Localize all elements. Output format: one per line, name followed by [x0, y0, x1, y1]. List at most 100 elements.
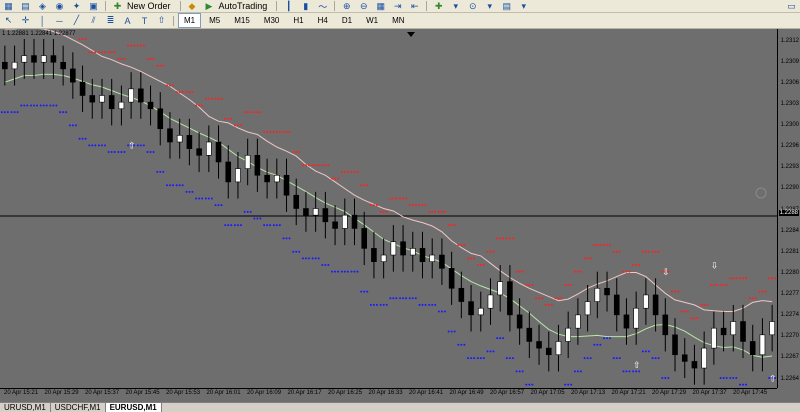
vertical-line-icon[interactable]: │ — [37, 15, 48, 26]
resistance-dot — [395, 197, 398, 200]
support-dot — [729, 377, 732, 380]
resistance-dot — [573, 270, 576, 273]
bull-candle — [11, 61, 18, 70]
resistance-dot — [508, 237, 511, 240]
tile-windows-icon[interactable]: ▦ — [375, 1, 386, 12]
support-dot — [496, 337, 499, 340]
new-chart-icon[interactable]: ▦ — [3, 1, 14, 12]
line-chart-icon[interactable]: 〜 — [317, 1, 328, 12]
resistance-dot — [127, 44, 130, 47]
support-dot — [292, 250, 295, 253]
bear-candle — [623, 314, 630, 329]
cursor-icon[interactable]: ↖ — [3, 15, 14, 26]
timeframe-m15[interactable]: M15 — [228, 13, 256, 28]
fibonacci-icon[interactable]: ≣ — [105, 15, 116, 26]
resistance-dot — [220, 97, 223, 100]
timeframe-buttons: M1 M5 M15 M30 H1 H4 D1 W1 MN — [177, 13, 412, 28]
timeframe-m1[interactable]: M1 — [178, 13, 202, 28]
price-axis[interactable]: 1.2312 1.2309 1.2306 1.2303 1.2300 1.2296 1.22… — [777, 29, 800, 388]
timeframe-m30[interactable]: M30 — [258, 13, 286, 28]
arrows-icon[interactable]: ⇧ — [156, 15, 167, 26]
navigator-icon[interactable]: ✦ — [71, 1, 82, 12]
resistance-dot — [628, 270, 631, 273]
time-label: 20 Apr 15:21 — [4, 390, 39, 396]
resistance-dot — [515, 270, 518, 273]
timeframe-h1[interactable]: H1 — [287, 13, 309, 28]
resistance-dot — [239, 124, 242, 127]
new-order-icon[interactable]: ✚ — [112, 1, 123, 12]
chart-tab[interactable]: USDCHF,M1 — [51, 403, 106, 412]
minimize-icon[interactable]: ▭ — [786, 1, 797, 12]
support-dot — [421, 303, 424, 306]
time-axis[interactable]: 20 Apr 15:21 20 Apr 15:29 20 Apr 15:37 20 A… — [0, 388, 777, 402]
text-tool-icon[interactable]: A — [122, 15, 133, 26]
support-dot — [278, 224, 281, 227]
timeframe-toolbar: ↖ ✛ │ ─ ╱ ⫽ ≣ A T ⇧ M1 M5 M15 M30 H1 H4 D1 W1 MN — [0, 13, 800, 29]
indicators-icon[interactable]: ✚ — [433, 1, 444, 12]
resistance-dot — [249, 111, 252, 114]
templates-icon[interactable]: ▤ — [501, 1, 512, 12]
resistance-dot — [654, 250, 657, 253]
chart-canvas[interactable]: ⇩⇧⇧⇩⇩⇧ — [0, 29, 777, 388]
support-dot — [722, 377, 725, 380]
new-order-button[interactable]: New Order — [127, 1, 171, 12]
support-dot — [589, 357, 592, 360]
timeframe-w1[interactable]: W1 — [360, 13, 384, 28]
resistance-dot — [162, 64, 165, 67]
autotrading-button[interactable]: AutoTrading — [219, 1, 268, 12]
timeframe-m5[interactable]: M5 — [203, 13, 226, 28]
metaeditor-icon[interactable]: ◆ — [187, 1, 198, 12]
chart-shift-icon[interactable]: ⇤ — [409, 1, 420, 12]
zoom-in-icon[interactable]: ⊕ — [341, 1, 352, 12]
support-dot — [596, 343, 599, 346]
support-dot — [84, 137, 87, 140]
bull-candle — [206, 141, 212, 156]
periods-icon[interactable]: ⊙ — [467, 1, 478, 12]
support-dot — [39, 104, 42, 107]
resistance-dot — [603, 244, 606, 247]
autotrading-icon[interactable]: ▶ — [204, 1, 215, 12]
indicators-dropdown-icon[interactable]: ▾ — [450, 1, 461, 12]
terminal-icon[interactable]: ▣ — [88, 1, 99, 12]
timeframe-d1[interactable]: D1 — [336, 13, 358, 28]
resistance-dot — [285, 131, 288, 134]
resistance-dot — [385, 210, 388, 213]
resistance-dot — [748, 297, 751, 300]
label-tool-icon[interactable]: T — [139, 15, 150, 26]
timeframe-mn[interactable]: MN — [386, 13, 410, 28]
templates-dropdown-icon[interactable]: ▾ — [518, 1, 529, 12]
market-watch-icon[interactable]: ◈ — [37, 1, 48, 12]
candlestick-icon[interactable]: ▮ — [300, 1, 311, 12]
chart-tab[interactable]: EURUSD,M1 — [105, 403, 162, 412]
chart-tab[interactable]: URUSD,M1 — [0, 403, 51, 412]
support-dot — [269, 224, 272, 227]
zoom-out-icon[interactable]: ⊖ — [358, 1, 369, 12]
resistance-dot — [233, 124, 236, 127]
bear-candle — [50, 55, 57, 63]
timeframe-h4[interactable]: H4 — [312, 13, 334, 28]
data-window-icon[interactable]: ◉ — [54, 1, 65, 12]
support-dot — [94, 144, 97, 147]
time-label: 20 Apr 16:33 — [368, 390, 403, 396]
resistance-dot — [467, 257, 470, 260]
periods-dropdown-icon[interactable]: ▾ — [484, 1, 495, 12]
autoscroll-icon[interactable]: ⇥ — [392, 1, 403, 12]
resistance-dot — [411, 204, 414, 207]
crosshair-icon[interactable]: ✛ — [20, 15, 31, 26]
bull-candle — [497, 281, 503, 296]
resistance-dot — [278, 131, 281, 134]
time-label: 20 Apr 15:29 — [44, 390, 79, 396]
resistance-dot — [207, 97, 210, 100]
channel-icon[interactable]: ⫽ — [88, 15, 99, 26]
time-label: 20 Apr 16:25 — [328, 390, 363, 396]
chart-plot[interactable]: 1 1.22881 1.22841 1.22877 ⇩⇧⇧⇩⇩⇧ — [0, 29, 777, 388]
resistance-dot — [120, 57, 123, 60]
support-dot — [353, 270, 356, 273]
bull-candle — [409, 248, 416, 256]
trendline-icon[interactable]: ╱ — [71, 15, 82, 26]
resistance-dot — [107, 51, 110, 54]
chart-area[interactable]: 1 1.22881 1.22841 1.22877 ⇩⇧⇧⇩⇩⇧ 1.23121… — [0, 29, 800, 402]
bar-chart-icon[interactable]: ┃ — [283, 1, 294, 12]
profiles-icon[interactable]: ▤ — [20, 1, 31, 12]
horizontal-line-icon[interactable]: ─ — [54, 15, 65, 26]
